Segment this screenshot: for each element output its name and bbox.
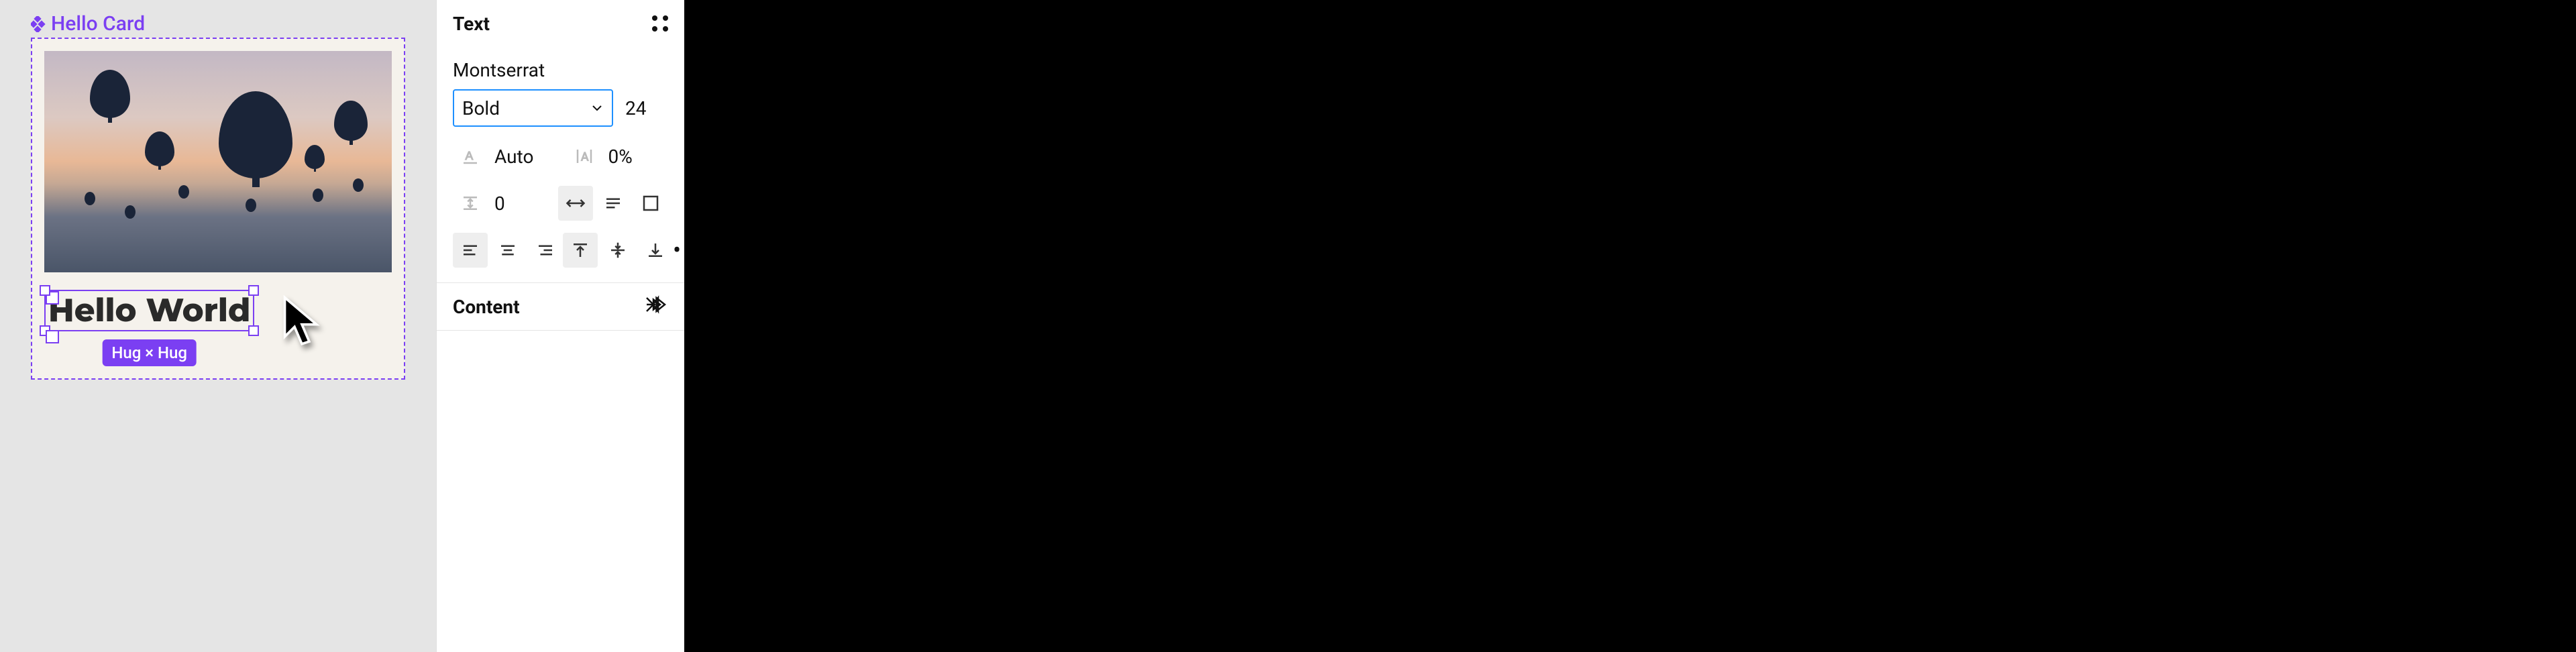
line-height-field[interactable]: Auto bbox=[494, 146, 533, 168]
resize-handle-tr[interactable] bbox=[248, 285, 259, 296]
component-frame[interactable]: Hello World Hug × Hug bbox=[31, 38, 405, 380]
text-align-left-button[interactable] bbox=[453, 233, 488, 268]
font-size-field[interactable]: 24 bbox=[625, 97, 668, 119]
font-family-field[interactable]: Montserrat bbox=[453, 47, 668, 89]
component-name: Hello Card bbox=[51, 12, 145, 36]
letter-spacing-field[interactable]: 0% bbox=[608, 146, 633, 168]
component-icon bbox=[31, 16, 47, 32]
text-align-right-button[interactable] bbox=[528, 233, 563, 268]
svg-text:A: A bbox=[581, 150, 589, 164]
text-style-button[interactable] bbox=[652, 15, 668, 32]
content-section: Content bbox=[437, 283, 684, 331]
component-label[interactable]: Hello Card bbox=[31, 12, 145, 36]
content-section-title: Content bbox=[453, 296, 520, 318]
text-section-title: Text bbox=[453, 13, 490, 35]
vertical-align-bottom-button[interactable] bbox=[638, 233, 673, 268]
text-align-center-button[interactable] bbox=[490, 233, 525, 268]
vertical-align-middle-button[interactable] bbox=[600, 233, 635, 268]
resize-handle-tl[interactable] bbox=[40, 285, 50, 296]
text-node-selection[interactable]: Hello World Hug × Hug bbox=[44, 290, 254, 331]
font-weight-select[interactable]: Bold bbox=[453, 89, 613, 127]
paragraph-spacing-field[interactable]: 0 bbox=[494, 193, 505, 215]
design-canvas[interactable]: Hello Card Hello World Hug × Hug bbox=[0, 0, 436, 652]
auto-width-button[interactable] bbox=[558, 186, 593, 221]
fixed-size-button[interactable] bbox=[633, 186, 668, 221]
svg-text:A: A bbox=[466, 149, 474, 162]
resize-handle-br[interactable] bbox=[248, 325, 259, 336]
empty-region bbox=[684, 0, 2576, 652]
letter-spacing-icon: A bbox=[567, 139, 602, 174]
text-node[interactable]: Hello World bbox=[46, 291, 253, 330]
auto-height-button[interactable] bbox=[596, 186, 631, 221]
autolayout-size-badge: Hug × Hug bbox=[102, 339, 197, 366]
font-weight-value: Bold bbox=[462, 97, 500, 119]
apply-content-icon[interactable] bbox=[643, 294, 668, 319]
vertical-align-top-button[interactable] bbox=[563, 233, 598, 268]
paragraph-spacing-icon bbox=[453, 186, 488, 221]
resize-handle-bl[interactable] bbox=[40, 325, 50, 336]
line-height-icon: A bbox=[453, 139, 488, 174]
text-section: Text Montserrat Bold 24 A Auto bbox=[437, 0, 684, 283]
card-image[interactable] bbox=[44, 51, 392, 272]
chevron-down-icon bbox=[590, 97, 604, 119]
properties-panel: Text Montserrat Bold 24 A Auto bbox=[436, 0, 684, 652]
